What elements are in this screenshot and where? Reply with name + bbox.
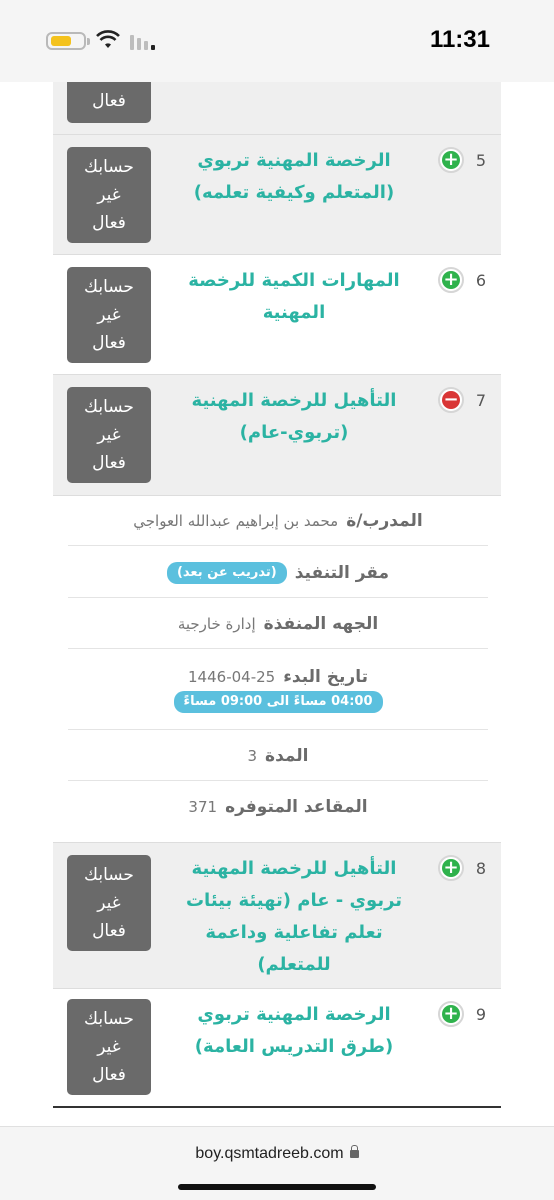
battery-icon <box>46 32 90 50</box>
course-title[interactable]: الرخصة المهنية تربوي (المتعلم وكيفية تعل… <box>179 145 409 209</box>
course-list: فعال 5 + الرخصة المهنية تربوي (المتعلم و… <box>0 82 554 1126</box>
detail-start: تاريخ البدء 1446-04-25 04:00 مساءً الى 0… <box>68 650 488 730</box>
row-number: 7 <box>475 391 486 410</box>
signal-icon <box>130 35 155 50</box>
account-status-button[interactable]: حسابك غير فعال <box>67 147 151 243</box>
seats-value: 371 <box>188 798 218 816</box>
entity-value: إدارة خارجية <box>177 614 256 633</box>
expand-plus-icon[interactable]: + <box>438 147 464 173</box>
expand-plus-icon[interactable]: + <box>438 855 464 881</box>
course-title[interactable]: الرخصة المهنية تربوي (طرق التدريس العامة… <box>179 999 409 1063</box>
entity-label: الجهه المنفذة <box>263 613 379 634</box>
venue-badge: (تدريب عن بعد) <box>166 561 287 584</box>
row-number: 6 <box>475 271 486 290</box>
detail-seats: المقاعد المتوفره 371 <box>68 782 488 832</box>
course-title[interactable]: التأهيل للرخصة المهنية تربوي - عام (تهيئ… <box>179 853 409 981</box>
venue-label: مقر التنفيذ <box>294 562 390 583</box>
course-row-6: 6 + المهارات الكمية للرخصة المهنية حسابك… <box>53 254 501 374</box>
course-row-9: 9 + الرخصة المهنية تربوي (طرق التدريس ال… <box>53 988 501 1106</box>
expand-plus-icon[interactable]: + <box>438 267 464 293</box>
course-title[interactable]: المهارات الكمية للرخصة المهنية <box>179 265 409 329</box>
account-status-button[interactable]: حسابك غير فعال <box>67 855 151 951</box>
collapse-minus-icon[interactable]: − <box>438 387 464 413</box>
home-indicator[interactable] <box>178 1184 376 1190</box>
lock-icon <box>349 1145 359 1158</box>
trainer-value: محمد بن إبراهيم عبدالله العواجي <box>133 511 339 530</box>
table-bottom-border <box>53 1106 501 1108</box>
detail-venue: مقر التنفيذ (تدريب عن بعد) <box>68 548 488 598</box>
course-row-7: 7 − التأهيل للرخصة المهنية (تربوي-عام) ح… <box>53 374 501 495</box>
duration-label: المدة <box>265 745 309 766</box>
duration-value: 3 <box>247 746 258 765</box>
account-status-button[interactable]: حسابك غير فعال <box>67 387 151 483</box>
trainer-label: المدرب/ة <box>346 510 423 531</box>
detail-duration: المدة 3 <box>68 731 488 781</box>
status-bar: 11:31 <box>0 0 554 82</box>
start-label: تاريخ البدء <box>283 666 368 687</box>
expand-plus-icon[interactable]: + <box>438 1001 464 1027</box>
course-title[interactable]: التأهيل للرخصة المهنية (تربوي-عام) <box>179 385 409 449</box>
clock-time: 11:31 <box>429 26 490 53</box>
course-row-5: 5 + الرخصة المهنية تربوي (المتعلم وكيفية… <box>53 134 501 254</box>
table-row: فعال <box>53 82 501 134</box>
account-status-button[interactable]: فعال <box>67 82 151 123</box>
account-status-button[interactable]: حسابك غير فعال <box>67 267 151 363</box>
account-status-button[interactable]: حسابك غير فعال <box>67 999 151 1095</box>
row-number: 8 <box>475 859 486 878</box>
row-number: 5 <box>475 151 486 170</box>
row-number: 9 <box>475 1005 486 1024</box>
seats-label: المقاعد المتوفره <box>225 797 368 817</box>
course-row-8: 8 + التأهيل للرخصة المهنية تربوي - عام (… <box>53 842 501 988</box>
wifi-icon <box>96 30 120 48</box>
detail-entity: الجهه المنفذة إدارة خارجية <box>68 599 488 649</box>
url-text[interactable]: boy.qsmtadreeb.com <box>195 1145 343 1162</box>
start-value: 1446-04-25 <box>188 667 276 686</box>
detail-trainer: المدرب/ة محمد بن إبراهيم عبدالله العواجي <box>68 496 488 546</box>
time-badge: 04:00 مساءً الى 09:00 مساءً <box>173 690 383 713</box>
